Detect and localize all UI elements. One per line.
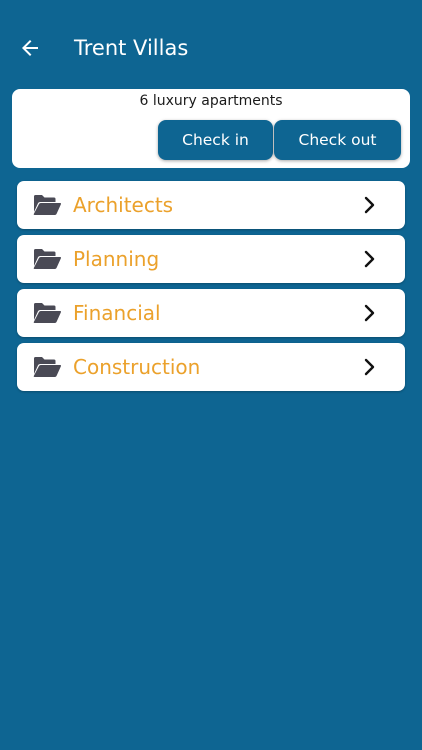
property-description: 6 luxury apartments: [139, 93, 283, 109]
folder-open-icon: [33, 303, 62, 323]
folder-item-planning[interactable]: Planning: [17, 235, 405, 283]
folder-item-financial[interactable]: Financial: [17, 289, 405, 337]
folder-label: Architects: [73, 193, 174, 217]
arrow-left-icon: [22, 40, 38, 56]
check-out-button[interactable]: Check out: [274, 120, 401, 160]
folder-label: Financial: [73, 301, 161, 325]
folder-open-icon: [33, 357, 62, 377]
property-info-card: 6 luxury apartments Check in Check out: [12, 89, 410, 168]
check-in-button[interactable]: Check in: [158, 120, 273, 160]
folder-item-architects[interactable]: Architects: [17, 181, 405, 229]
back-button[interactable]: [14, 32, 46, 64]
chevron-right-icon: [364, 304, 375, 322]
page-title: Trent Villas: [74, 36, 189, 60]
folder-open-icon: [33, 195, 62, 215]
app-bar: Trent Villas: [0, 0, 422, 98]
folder-label: Construction: [73, 355, 201, 379]
chevron-right-icon: [364, 358, 375, 376]
chevron-right-icon: [364, 196, 375, 214]
chevron-right-icon: [364, 250, 375, 268]
folder-open-icon: [33, 249, 62, 269]
folder-label: Planning: [73, 247, 160, 271]
folder-item-construction[interactable]: Construction: [17, 343, 405, 391]
folder-list: Architects Planning Financial Constructi…: [17, 181, 405, 397]
